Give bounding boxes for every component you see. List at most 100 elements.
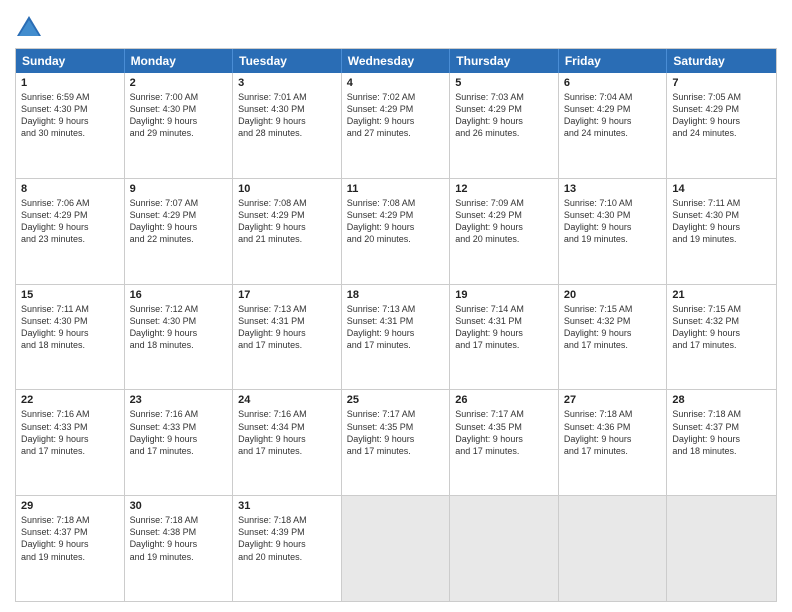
page: SundayMondayTuesdayWednesdayThursdayFrid… (0, 0, 792, 612)
cell-details: Sunrise: 7:16 AM Sunset: 4:34 PM Dayligh… (238, 408, 336, 457)
cell-details: Sunrise: 7:05 AM Sunset: 4:29 PM Dayligh… (672, 91, 771, 140)
day-cell-2: 2 Sunrise: 7:00 AM Sunset: 4:30 PM Daylig… (125, 73, 234, 178)
cell-details: Sunrise: 7:01 AM Sunset: 4:30 PM Dayligh… (238, 91, 336, 140)
weekday-header-friday: Friday (559, 49, 668, 73)
calendar-row-4: 22Sunrise: 7:16 AM Sunset: 4:33 PM Dayli… (16, 389, 776, 495)
logo-icon (15, 14, 43, 42)
day-cell-25: 25 Sunrise: 7:17 AM Sunset: 4:35 PM Dayli… (342, 390, 451, 495)
weekday-header-thursday: Thursday (450, 49, 559, 73)
cell-details: Sunrise: 7:07 AM Sunset: 4:29 PM Dayligh… (130, 197, 228, 246)
cell-details: Sunrise: 7:18 AM Sunset: 4:39 PM Dayligh… (238, 514, 336, 563)
day-number: 8 (21, 183, 119, 195)
day-cell-7: 7 Sunrise: 7:05 AM Sunset: 4:29 PM Daylig… (667, 73, 776, 178)
weekday-header-tuesday: Tuesday (233, 49, 342, 73)
day-number: 28 (672, 394, 771, 406)
cell-details: Sunrise: 7:06 AM Sunset: 4:29 PM Dayligh… (21, 197, 119, 246)
cell-details: Sunrise: 7:18 AM Sunset: 4:37 PM Dayligh… (21, 514, 119, 563)
day-cell-19: 19Sunrise: 7:14 AM Sunset: 4:31 PM Dayli… (450, 285, 559, 390)
day-number: 3 (238, 77, 336, 89)
day-cell-23: 23 Sunrise: 7:16 AM Sunset: 4:33 PM Dayli… (125, 390, 234, 495)
cell-details: Sunrise: 7:16 AM Sunset: 4:33 PM Dayligh… (130, 408, 228, 457)
day-cell-21: 21 Sunrise: 7:15 AM Sunset: 4:32 PM Dayli… (667, 285, 776, 390)
calendar-row-1: 1 Sunrise: 6:59 AM Sunset: 4:30 PM Daylig… (16, 73, 776, 178)
cell-details: Sunrise: 7:17 AM Sunset: 4:35 PM Dayligh… (347, 408, 445, 457)
cell-details: Sunrise: 7:15 AM Sunset: 4:32 PM Dayligh… (672, 303, 771, 352)
cell-details: Sunrise: 7:17 AM Sunset: 4:35 PM Dayligh… (455, 408, 553, 457)
day-cell-13: 13Sunrise: 7:10 AM Sunset: 4:30 PM Dayli… (559, 179, 668, 284)
calendar: SundayMondayTuesdayWednesdayThursdayFrid… (15, 48, 777, 602)
empty-cell (342, 496, 451, 601)
day-number: 7 (672, 77, 771, 89)
header (15, 10, 777, 42)
day-cell-14: 14 Sunrise: 7:11 AM Sunset: 4:30 PM Dayli… (667, 179, 776, 284)
day-cell-16: 16 Sunrise: 7:12 AM Sunset: 4:30 PM Dayli… (125, 285, 234, 390)
day-cell-31: 31 Sunrise: 7:18 AM Sunset: 4:39 PM Dayli… (233, 496, 342, 601)
cell-details: Sunrise: 7:12 AM Sunset: 4:30 PM Dayligh… (130, 303, 228, 352)
day-cell-6: 6Sunrise: 7:04 AM Sunset: 4:29 PM Daylig… (559, 73, 668, 178)
day-number: 2 (130, 77, 228, 89)
day-number: 12 (455, 183, 553, 195)
cell-details: Sunrise: 7:00 AM Sunset: 4:30 PM Dayligh… (130, 91, 228, 140)
day-number: 13 (564, 183, 662, 195)
day-number: 29 (21, 500, 119, 512)
empty-cell (559, 496, 668, 601)
cell-details: Sunrise: 7:03 AM Sunset: 4:29 PM Dayligh… (455, 91, 553, 140)
day-number: 16 (130, 289, 228, 301)
calendar-header: SundayMondayTuesdayWednesdayThursdayFrid… (16, 49, 776, 73)
day-cell-8: 8 Sunrise: 7:06 AM Sunset: 4:29 PM Daylig… (16, 179, 125, 284)
day-cell-12: 12 Sunrise: 7:09 AM Sunset: 4:29 PM Dayli… (450, 179, 559, 284)
calendar-row-5: 29 Sunrise: 7:18 AM Sunset: 4:37 PM Dayli… (16, 495, 776, 601)
cell-details: Sunrise: 7:18 AM Sunset: 4:36 PM Dayligh… (564, 408, 662, 457)
cell-details: Sunrise: 7:09 AM Sunset: 4:29 PM Dayligh… (455, 197, 553, 246)
day-cell-24: 24 Sunrise: 7:16 AM Sunset: 4:34 PM Dayli… (233, 390, 342, 495)
day-cell-11: 11 Sunrise: 7:08 AM Sunset: 4:29 PM Dayli… (342, 179, 451, 284)
day-number: 21 (672, 289, 771, 301)
day-cell-4: 4 Sunrise: 7:02 AM Sunset: 4:29 PM Daylig… (342, 73, 451, 178)
day-number: 19 (455, 289, 553, 301)
day-number: 15 (21, 289, 119, 301)
weekday-header-sunday: Sunday (16, 49, 125, 73)
logo (15, 14, 47, 42)
cell-details: Sunrise: 7:15 AM Sunset: 4:32 PM Dayligh… (564, 303, 662, 352)
day-cell-26: 26 Sunrise: 7:17 AM Sunset: 4:35 PM Dayli… (450, 390, 559, 495)
empty-cell (450, 496, 559, 601)
day-number: 14 (672, 183, 771, 195)
cell-details: Sunrise: 7:08 AM Sunset: 4:29 PM Dayligh… (238, 197, 336, 246)
day-number: 26 (455, 394, 553, 406)
cell-details: Sunrise: 7:16 AM Sunset: 4:33 PM Dayligh… (21, 408, 119, 457)
day-cell-5: 5 Sunrise: 7:03 AM Sunset: 4:29 PM Daylig… (450, 73, 559, 178)
day-number: 17 (238, 289, 336, 301)
calendar-row-3: 15 Sunrise: 7:11 AM Sunset: 4:30 PM Dayli… (16, 284, 776, 390)
cell-details: Sunrise: 7:18 AM Sunset: 4:38 PM Dayligh… (130, 514, 228, 563)
day-cell-30: 30Sunrise: 7:18 AM Sunset: 4:38 PM Dayli… (125, 496, 234, 601)
day-number: 5 (455, 77, 553, 89)
cell-details: Sunrise: 7:11 AM Sunset: 4:30 PM Dayligh… (21, 303, 119, 352)
cell-details: Sunrise: 7:08 AM Sunset: 4:29 PM Dayligh… (347, 197, 445, 246)
day-cell-29: 29 Sunrise: 7:18 AM Sunset: 4:37 PM Dayli… (16, 496, 125, 601)
day-number: 1 (21, 77, 119, 89)
day-cell-28: 28 Sunrise: 7:18 AM Sunset: 4:37 PM Dayli… (667, 390, 776, 495)
day-number: 6 (564, 77, 662, 89)
day-number: 4 (347, 77, 445, 89)
cell-details: Sunrise: 7:18 AM Sunset: 4:37 PM Dayligh… (672, 408, 771, 457)
day-cell-20: 20Sunrise: 7:15 AM Sunset: 4:32 PM Dayli… (559, 285, 668, 390)
day-number: 18 (347, 289, 445, 301)
day-cell-27: 27Sunrise: 7:18 AM Sunset: 4:36 PM Dayli… (559, 390, 668, 495)
day-number: 11 (347, 183, 445, 195)
day-cell-22: 22Sunrise: 7:16 AM Sunset: 4:33 PM Dayli… (16, 390, 125, 495)
day-number: 31 (238, 500, 336, 512)
cell-details: Sunrise: 6:59 AM Sunset: 4:30 PM Dayligh… (21, 91, 119, 140)
day-cell-18: 18Sunrise: 7:13 AM Sunset: 4:31 PM Dayli… (342, 285, 451, 390)
day-cell-9: 9Sunrise: 7:07 AM Sunset: 4:29 PM Daylig… (125, 179, 234, 284)
day-number: 25 (347, 394, 445, 406)
calendar-row-2: 8 Sunrise: 7:06 AM Sunset: 4:29 PM Daylig… (16, 178, 776, 284)
day-number: 23 (130, 394, 228, 406)
weekday-header-saturday: Saturday (667, 49, 776, 73)
day-number: 24 (238, 394, 336, 406)
calendar-body: 1 Sunrise: 6:59 AM Sunset: 4:30 PM Daylig… (16, 73, 776, 601)
day-cell-10: 10Sunrise: 7:08 AM Sunset: 4:29 PM Dayli… (233, 179, 342, 284)
day-cell-15: 15 Sunrise: 7:11 AM Sunset: 4:30 PM Dayli… (16, 285, 125, 390)
day-cell-3: 3 Sunrise: 7:01 AM Sunset: 4:30 PM Daylig… (233, 73, 342, 178)
cell-details: Sunrise: 7:02 AM Sunset: 4:29 PM Dayligh… (347, 91, 445, 140)
cell-details: Sunrise: 7:11 AM Sunset: 4:30 PM Dayligh… (672, 197, 771, 246)
